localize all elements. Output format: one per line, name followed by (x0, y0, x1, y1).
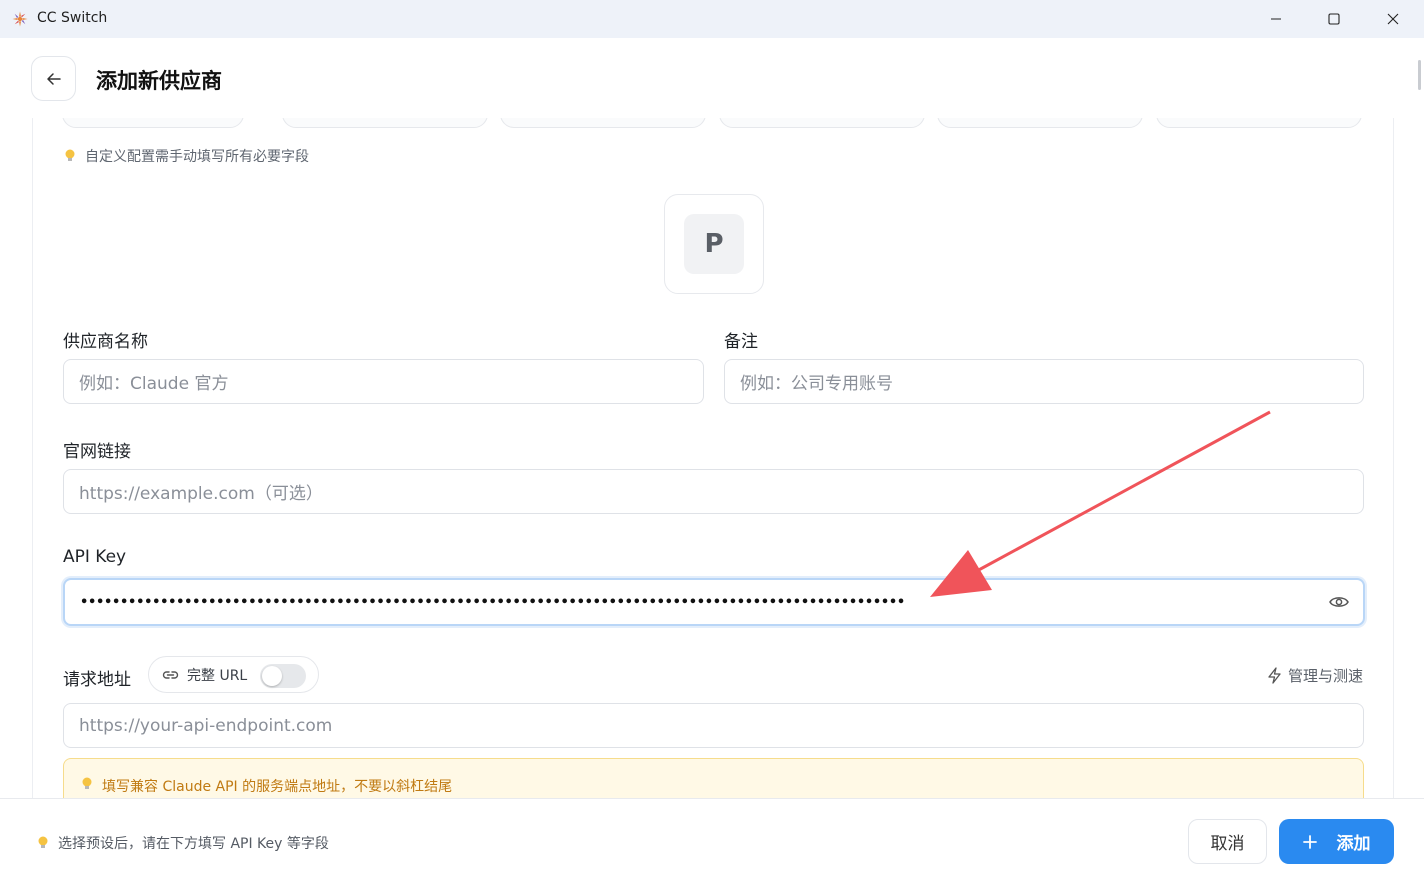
provider-name-input[interactable]: 例如：Claude 官方 (63, 359, 704, 404)
custom-config-hint: 自定义配置需手动填写所有必要字段 (63, 146, 309, 166)
scrollbar-thumb[interactable] (1418, 60, 1422, 90)
plus-icon (1302, 834, 1317, 849)
add-button[interactable]: 添加 (1279, 819, 1394, 864)
lightbulb-icon (82, 777, 92, 789)
preset-chip[interactable] (282, 118, 488, 128)
window-title: CC Switch (37, 10, 108, 26)
api-key-value: ••••••••••••••••••••••••••••••••••••••••… (80, 594, 905, 610)
lightbulb-icon (65, 149, 75, 161)
custom-config-hint-text: 自定义配置需手动填写所有必要字段 (85, 149, 309, 165)
back-button[interactable] (31, 56, 76, 101)
maximize-button[interactable] (1305, 0, 1363, 38)
footer-hint-text: 选择预设后，请在下方填写 API Key 等字段 (58, 836, 329, 852)
endpoint-label: 请求地址 (63, 670, 131, 690)
preset-chip[interactable] (500, 118, 706, 128)
page-header: 添加新供应商 (0, 38, 1424, 118)
footer-bar: 选择预设后，请在下方填写 API Key 等字段 取消 添加 (0, 798, 1424, 883)
website-placeholder: https://example.com（可选） (79, 484, 323, 504)
minimize-button[interactable] (1247, 0, 1305, 38)
manage-speedtest-label: 管理与测速 (1287, 667, 1363, 685)
switch-knob (262, 666, 282, 686)
preset-chip[interactable] (62, 118, 244, 128)
provider-icon-letter: P (684, 214, 744, 274)
full-url-switch[interactable] (260, 664, 306, 688)
cancel-button[interactable]: 取消 (1188, 819, 1267, 864)
endpoint-warning: 填写兼容 Claude API 的服务端点地址，不要以斜杠结尾 (63, 758, 1364, 798)
preset-chip[interactable] (1156, 118, 1362, 128)
provider-name-placeholder: 例如：Claude 官方 (79, 374, 229, 394)
full-url-toggle-group[interactable]: 完整 URL (148, 656, 319, 693)
arrow-left-icon (46, 72, 61, 85)
notes-placeholder: 例如：公司专用账号 (740, 374, 893, 394)
preset-chip[interactable] (937, 118, 1143, 128)
eye-icon[interactable] (1329, 595, 1349, 609)
form-panel: 自定义配置需手动填写所有必要字段 P 供应商名称 例如：Claude 官方 备注… (32, 118, 1394, 798)
lightning-icon (1268, 667, 1281, 684)
api-key-input[interactable]: ••••••••••••••••••••••••••••••••••••••••… (63, 578, 1365, 626)
provider-icon-picker[interactable]: P (664, 194, 764, 294)
endpoint-warning-text: 填写兼容 Claude API 的服务端点地址，不要以斜杠结尾 (102, 779, 453, 795)
full-url-label: 完整 URL (187, 667, 248, 684)
preset-chip[interactable] (719, 118, 925, 128)
manage-speedtest-link[interactable]: 管理与测速 (1267, 665, 1363, 686)
page-title: 添加新供应商 (96, 69, 222, 93)
endpoint-input[interactable]: https://your-api-endpoint.com (63, 703, 1364, 748)
close-button[interactable] (1364, 0, 1422, 38)
minimize-icon (1271, 18, 1281, 20)
endpoint-placeholder: https://your-api-endpoint.com (79, 715, 333, 736)
maximize-icon (1328, 13, 1340, 25)
website-input[interactable]: https://example.com（可选） (63, 469, 1364, 514)
lightbulb-icon (38, 836, 48, 848)
website-label: 官网链接 (63, 442, 131, 462)
link-icon (162, 670, 179, 679)
notes-input[interactable]: 例如：公司专用账号 (724, 359, 1364, 404)
title-bar: CC Switch (0, 0, 1424, 38)
notes-label: 备注 (724, 332, 758, 352)
add-label: 添加 (1336, 834, 1371, 854)
provider-name-label: 供应商名称 (63, 332, 148, 352)
api-key-label: API Key (63, 547, 127, 567)
footer-hint: 选择预设后，请在下方填写 API Key 等字段 (36, 833, 329, 853)
cancel-label: 取消 (1210, 834, 1245, 854)
close-icon (1387, 13, 1399, 25)
app-logo-icon (12, 11, 28, 27)
